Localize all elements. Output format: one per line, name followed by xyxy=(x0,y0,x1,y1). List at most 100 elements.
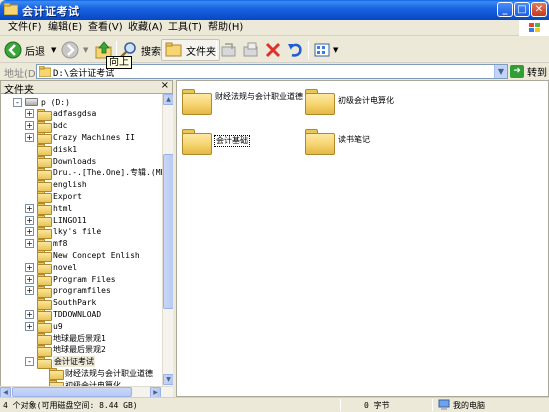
collapse-icon[interactable]: - xyxy=(13,97,22,107)
folder-icon xyxy=(37,120,52,133)
status-bar: 4 个对象(可用磁盘空间: 8.44 GB) 0 字节 我的电脑 xyxy=(0,397,549,412)
tree-vertical-scrollbar[interactable]: ▲ ▼ xyxy=(162,94,174,386)
expand-icon[interactable]: + xyxy=(25,286,34,296)
tree-item-label: Dru.-.[The.One].专辑.(MP3) xyxy=(53,168,162,178)
folder-icon xyxy=(37,344,52,357)
undo-button[interactable] xyxy=(286,39,304,61)
menu-favorites[interactable]: 收藏(A) xyxy=(128,21,163,35)
tree-item[interactable]: + u9 xyxy=(25,320,63,334)
menu-help[interactable]: 帮助(H) xyxy=(208,21,243,35)
folder-icon xyxy=(37,191,52,204)
folder-icon[interactable] xyxy=(305,89,335,115)
tree-item[interactable]: + adfasgdsa xyxy=(25,108,96,121)
drive-icon xyxy=(25,98,38,106)
tree-item[interactable]: 地球最后景观1 xyxy=(25,332,106,345)
folders-panel-close-button[interactable]: × xyxy=(161,80,169,91)
tree-item[interactable]: - 会计证考试 xyxy=(25,356,95,369)
folders-panel-header: 文件夹 × xyxy=(0,80,173,96)
tree-item-label: lky's file xyxy=(53,227,102,237)
tree-item[interactable]: + mf8 xyxy=(25,238,67,251)
tree-item[interactable]: Dru.-.[The.One].专辑.(MP3) xyxy=(25,167,162,180)
tree-item[interactable]: + LINGO11 xyxy=(25,214,87,227)
back-dropdown-icon[interactable]: ▼ xyxy=(51,46,56,54)
tree-item[interactable]: + novel xyxy=(25,261,77,275)
tree-item[interactable]: Export xyxy=(25,190,82,204)
scroll-h-thumb[interactable] xyxy=(12,387,132,397)
views-button[interactable]: ▼ xyxy=(313,39,338,61)
folder-icon xyxy=(37,250,52,263)
tree-item[interactable]: SouthPark xyxy=(25,297,96,310)
address-label: 地址(D) xyxy=(4,69,40,80)
delete-button[interactable] xyxy=(264,39,282,61)
my-computer-icon xyxy=(438,399,450,410)
expand-icon[interactable]: + xyxy=(25,215,34,225)
copy-to-button[interactable] xyxy=(242,39,260,61)
folder-icon[interactable] xyxy=(182,129,212,155)
tree-item[interactable]: disk1 xyxy=(25,143,78,157)
views-dropdown-icon[interactable]: ▼ xyxy=(333,46,338,54)
tree-item[interactable]: 财经法规与会计职业道德 xyxy=(37,367,153,381)
menu-tools[interactable]: 工具(T) xyxy=(168,21,202,35)
minimize-button[interactable]: _ xyxy=(497,2,513,17)
expand-icon[interactable]: + xyxy=(25,132,34,142)
back-button[interactable]: 后退 ▼ xyxy=(4,39,56,61)
folder-tree[interactable]: - p (D:) + adfasgdsa + bdc + Crazy Machines II d… xyxy=(0,94,162,386)
expand-icon[interactable]: + xyxy=(25,227,34,237)
tree-item[interactable]: + Program Files xyxy=(25,273,116,286)
folder-item-label[interactable]: 初级会计电算化 xyxy=(338,96,394,106)
tree-item[interactable]: New Concept Enlish xyxy=(25,249,140,263)
tree-item[interactable]: 初级会计电算化 xyxy=(37,379,121,386)
tree-item[interactable]: + programfiles xyxy=(25,285,111,298)
tree-item-label: html xyxy=(53,203,73,213)
move-to-button[interactable] xyxy=(220,39,238,61)
search-label: 搜索 xyxy=(141,46,161,58)
expand-icon[interactable]: + xyxy=(25,203,34,213)
forward-dropdown-icon[interactable]: ▼ xyxy=(83,46,88,54)
tree-item-label: bdc xyxy=(53,121,68,131)
tree-item[interactable]: + TDDOWNLOAD xyxy=(25,308,101,322)
expand-icon[interactable]: + xyxy=(25,274,34,284)
folder-icon[interactable] xyxy=(305,129,335,155)
move-to-icon xyxy=(221,43,236,57)
menu-view[interactable]: 查看(V) xyxy=(88,21,123,35)
go-button[interactable]: ➜ 转到 xyxy=(510,64,547,79)
title-bar[interactable]: 会计证考试 _ □ ✕ xyxy=(0,0,549,20)
expand-icon[interactable]: + xyxy=(25,121,34,131)
folder-icon[interactable] xyxy=(182,89,212,115)
expand-icon[interactable]: + xyxy=(25,309,34,319)
status-objects: 4 个对象(可用磁盘空间: 8.44 GB) xyxy=(3,401,138,410)
tree-item[interactable]: + bdc xyxy=(25,120,68,133)
folder-item-label-selected[interactable]: 会计基础 xyxy=(214,135,250,147)
tree-item-label: disk1 xyxy=(53,144,78,154)
address-dropdown-button[interactable]: ▼ xyxy=(494,65,507,78)
tree-item[interactable]: Downloads xyxy=(25,155,96,168)
menu-edit[interactable]: 编辑(E) xyxy=(48,21,82,35)
tree-item[interactable]: + html xyxy=(25,202,73,216)
maximize-button[interactable]: □ xyxy=(514,2,530,17)
menu-file[interactable]: 文件(F) xyxy=(8,21,42,35)
tree-item-label: Export xyxy=(53,191,82,201)
folder-item-label[interactable]: 读书笔记 xyxy=(338,135,370,145)
tree-item[interactable]: + Crazy Machines II xyxy=(25,131,135,145)
tree-horizontal-scrollbar[interactable]: ◀ ▶ xyxy=(0,386,173,398)
tree-item-label: 财经法规与会计职业道德 xyxy=(65,368,153,378)
tree-item[interactable]: english xyxy=(25,179,87,192)
expand-icon[interactable]: + xyxy=(25,109,34,119)
tree-item-label: Crazy Machines II xyxy=(53,132,135,142)
forward-button[interactable]: ▼ xyxy=(61,39,88,61)
expand-icon[interactable]: + xyxy=(25,262,34,272)
expand-icon[interactable]: + xyxy=(25,239,34,249)
folder-item-label[interactable]: 财经法规与会计职业道德 xyxy=(215,92,305,102)
expand-icon[interactable]: + xyxy=(25,321,34,331)
folder-icon xyxy=(37,333,52,345)
folders-button[interactable]: 文件夹 xyxy=(161,39,220,61)
tree-item-label: 会计证考试 xyxy=(53,356,95,368)
status-location: 我的电脑 xyxy=(453,401,485,410)
close-button[interactable]: ✕ xyxy=(531,2,547,17)
tree-item[interactable]: + lky's file xyxy=(25,226,102,239)
status-size: 0 字节 xyxy=(364,401,390,410)
collapse-icon[interactable]: - xyxy=(25,357,34,367)
tree-item[interactable]: 地球最后景观2 xyxy=(25,344,106,357)
file-list-view[interactable]: 财经法规与会计职业道德 初级会计电算化 会计基础 读书笔记 xyxy=(176,80,549,397)
tree-item[interactable]: - p (D:) xyxy=(13,96,70,108)
